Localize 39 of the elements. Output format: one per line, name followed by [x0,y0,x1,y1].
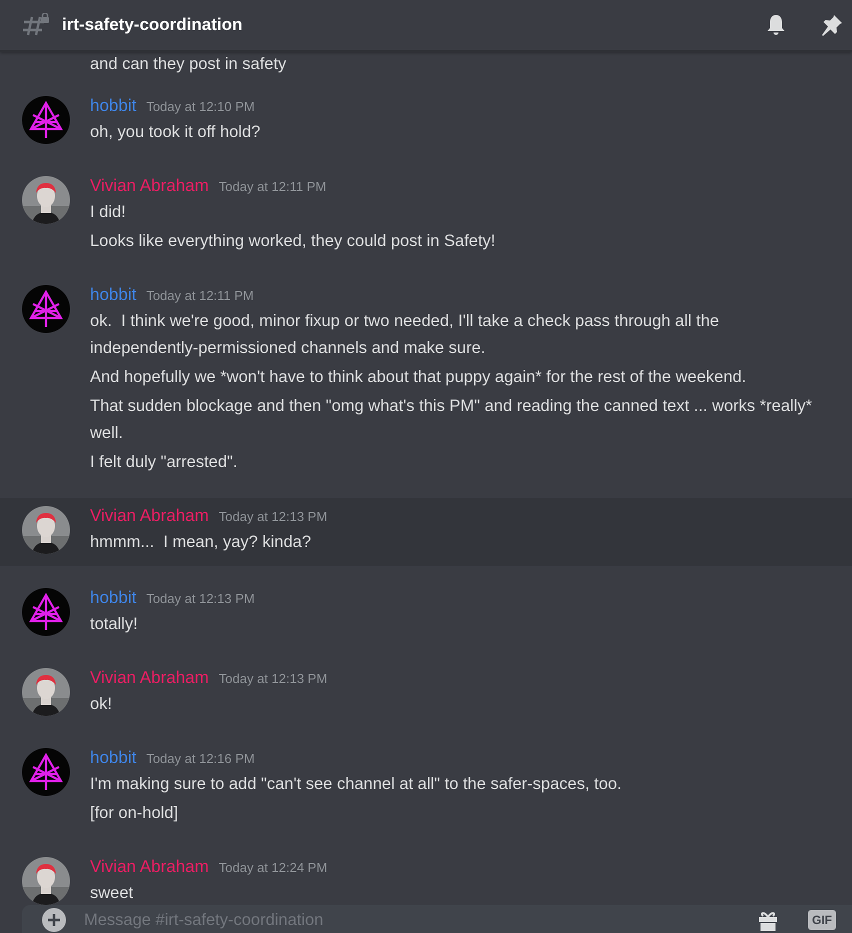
avatar[interactable] [22,748,70,796]
message-text: And hopefully we *won't have to think about that puppy again* for the rest of the weekend. [90,367,748,388]
timestamp: Today at 12:11 PM [146,287,254,305]
username[interactable]: Vivian Abraham [90,504,209,528]
username[interactable]: hobbit [90,586,136,610]
gif-button[interactable]: GIF [808,910,836,930]
message-text: Looks like everything worked, they could post in Safety! [90,231,496,252]
timestamp: Today at 12:24 PM [218,859,328,877]
message-text: I did! [90,202,127,223]
avatar[interactable] [22,96,70,144]
locked-channel-icon [22,13,50,37]
message-text: oh, you took it off hold? [90,122,262,143]
avatar[interactable] [22,588,70,636]
message-text: totally! [90,614,139,635]
timestamp: Today at 12:13 PM [218,670,328,688]
username[interactable]: hobbit [90,94,136,118]
message-text: ok. I think we're good, minor fixup or two needed, I'll take a check pass through all the independently-permissioned channels and make sure. [90,311,720,359]
message-text: I'm making sure to add "can't see channel at all" to the safer-spaces, too. [90,774,623,795]
pin-icon[interactable] [820,13,844,37]
avatar[interactable] [22,285,70,333]
message-text: [for on-hold] [90,803,180,824]
message-text: and can they post in safety [89,54,288,74]
username[interactable]: hobbit [90,746,136,770]
username[interactable]: Vivian Abraham [90,666,209,690]
timestamp: Today at 12:10 PM [146,98,255,116]
channel-name: irt-safety-coordination [62,15,242,35]
message-text: ok! [90,694,114,715]
username[interactable]: hobbit [90,283,136,307]
add-icon[interactable] [42,908,66,932]
username[interactable]: Vivian Abraham [90,174,209,198]
message-text: sweet [90,883,134,904]
message-text: That sudden blockage and then "omg what's this PM" and reading the canned text ... works *really* well. [90,396,814,444]
timestamp: Today at 12:13 PM [146,590,255,608]
message-text: hmmm... I mean, yay? kinda? [90,532,312,553]
timestamp: Today at 12:16 PM [146,750,255,768]
message-text: I felt duly "arrested". [90,452,238,473]
timestamp: Today at 12:13 PM [218,508,328,526]
username[interactable]: Vivian Abraham [90,855,209,879]
timestamp: Today at 12:11 PM [218,178,326,196]
